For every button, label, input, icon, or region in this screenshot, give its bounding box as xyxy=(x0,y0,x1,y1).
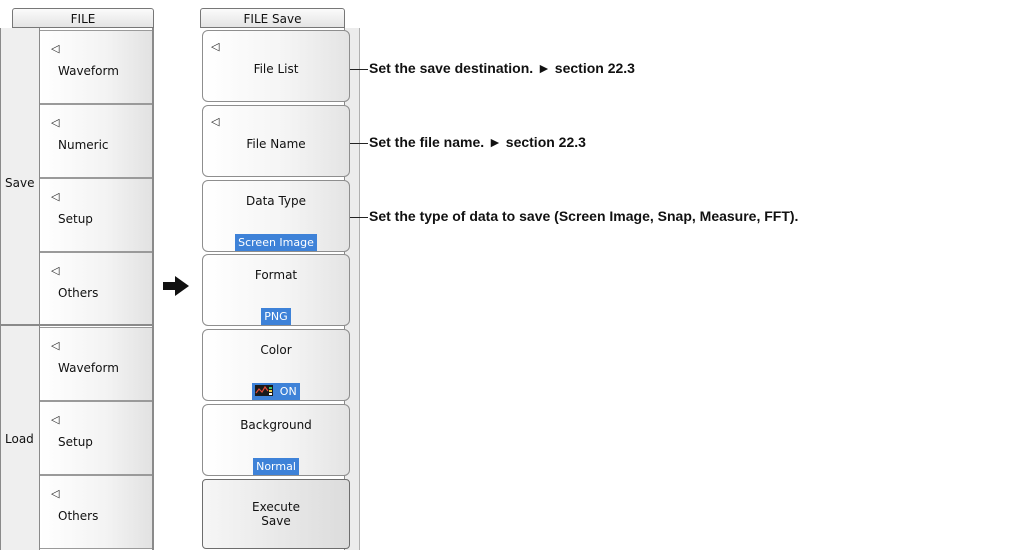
save-waveform-label: Waveform xyxy=(58,64,119,78)
submenu-triangle-icon: ◁ xyxy=(51,264,60,277)
save-group: Save xyxy=(0,28,40,324)
save-waveform-button[interactable]: ◁ Waveform xyxy=(40,30,152,104)
save-others-label: Others xyxy=(58,286,99,300)
leader-line xyxy=(350,69,368,70)
color-label: Color xyxy=(260,343,292,357)
submenu-triangle-icon: ◁ xyxy=(51,190,60,203)
leader-line xyxy=(350,143,368,144)
file-menu-rail xyxy=(152,28,154,550)
save-setup-button[interactable]: ◁ Setup xyxy=(40,178,152,252)
execute-save-button[interactable]: Execute Save xyxy=(202,479,350,549)
background-label: Background xyxy=(240,418,312,432)
load-group-label: Load xyxy=(5,432,34,446)
save-setup-label: Setup xyxy=(58,212,93,226)
file-name-label: File Name xyxy=(246,137,306,151)
data-type-label: Data Type xyxy=(245,194,307,208)
color-value: ON xyxy=(276,384,297,399)
background-button[interactable]: Background Normal xyxy=(202,404,350,476)
load-others-button[interactable]: ◁ Others xyxy=(40,475,152,549)
leader-line xyxy=(350,217,368,218)
data-type-note: Set the type of data to save (Screen Ima… xyxy=(369,208,799,224)
submenu-triangle-icon: ◁ xyxy=(211,40,220,53)
load-setup-label: Setup xyxy=(58,435,93,449)
color-button[interactable]: Color ON xyxy=(202,329,350,401)
background-value: Normal xyxy=(253,458,299,475)
save-others-button[interactable]: ◁ Others xyxy=(40,252,152,326)
execute-save-line1: Execute xyxy=(252,500,300,514)
file-name-button[interactable]: ◁ File Name xyxy=(202,105,350,177)
save-numeric-button[interactable]: ◁ Numeric xyxy=(40,104,152,178)
file-list-button[interactable]: ◁ File List xyxy=(202,30,350,102)
save-group-label: Save xyxy=(5,176,35,190)
right-arrow-icon xyxy=(163,276,189,300)
submenu-triangle-icon: ◁ xyxy=(51,42,60,55)
load-waveform-label: Waveform xyxy=(58,361,119,375)
submenu-triangle-icon: ◁ xyxy=(51,487,60,500)
file-list-label: File List xyxy=(253,62,299,76)
load-waveform-button[interactable]: ◁ Waveform xyxy=(40,327,152,401)
submenu-triangle-icon: ◁ xyxy=(51,413,60,426)
data-type-value: Screen Image xyxy=(235,234,317,251)
execute-save-line2: Save xyxy=(261,514,291,528)
file-name-note: Set the file name. ► section 22.3 xyxy=(369,134,586,150)
load-setup-button[interactable]: ◁ Setup xyxy=(40,401,152,475)
submenu-triangle-icon: ◁ xyxy=(51,339,60,352)
file-save-menu-title: FILE Save xyxy=(200,8,345,28)
format-label: Format xyxy=(254,268,298,282)
color-swatch-icon xyxy=(255,385,274,396)
save-destination-note: Set the save destination. ► section 22.3 xyxy=(369,60,635,76)
format-button[interactable]: Format PNG xyxy=(202,254,350,326)
submenu-triangle-icon: ◁ xyxy=(211,115,220,128)
load-others-label: Others xyxy=(58,509,99,523)
load-group: Load xyxy=(0,326,40,550)
file-save-menu-panel: FILE Save ◁ File List ◁ File Name Data T… xyxy=(200,0,360,550)
file-menu-title: FILE xyxy=(12,8,154,28)
save-numeric-label: Numeric xyxy=(58,138,109,152)
format-value: PNG xyxy=(261,308,291,325)
data-type-button[interactable]: Data Type Screen Image xyxy=(202,180,350,252)
submenu-triangle-icon: ◁ xyxy=(51,116,60,129)
file-menu-panel: FILE Save ◁ Waveform ◁ Numeric ◁ Setup ◁… xyxy=(0,0,155,550)
